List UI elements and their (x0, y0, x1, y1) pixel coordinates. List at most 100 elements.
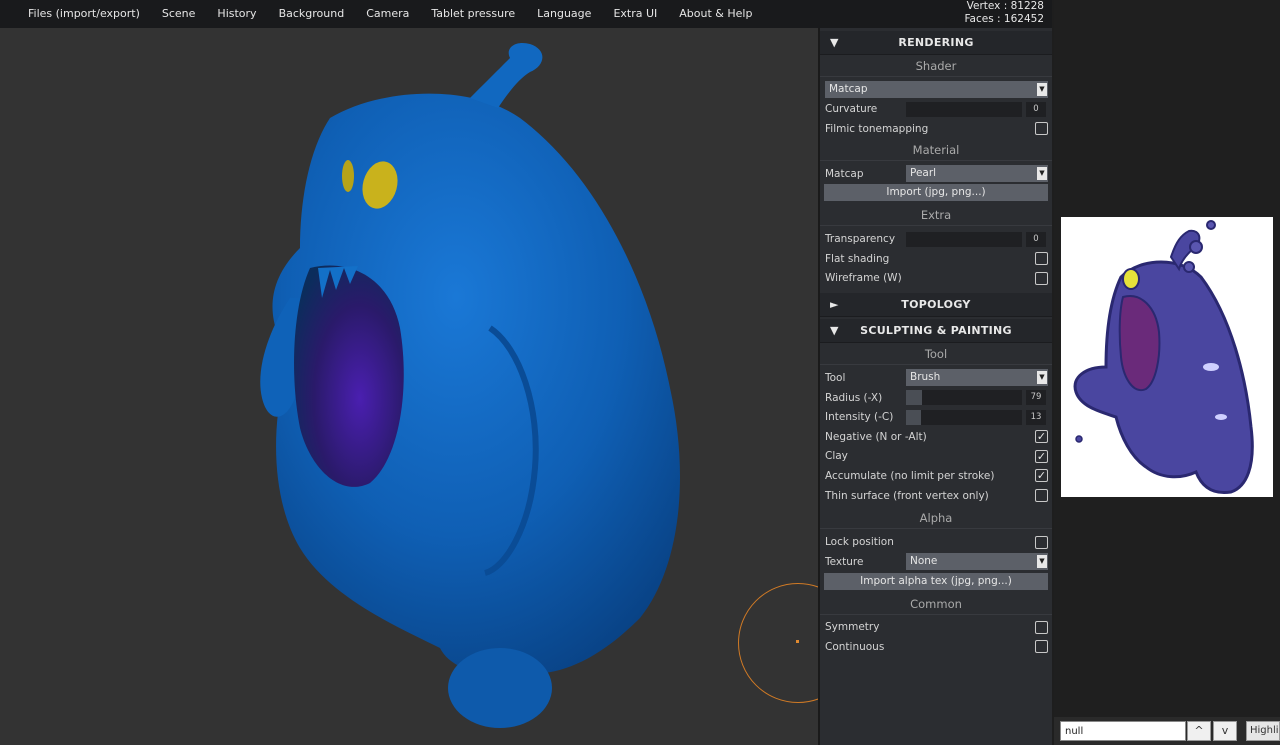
tool-row: Tool Brush ▼ (820, 368, 1052, 388)
highlight-button[interactable]: Highlig (1246, 721, 1280, 741)
extra-section-title: Extra (820, 204, 1052, 227)
lock-position-label: Lock position (825, 536, 894, 549)
fold-arrow-icon: ► (830, 298, 839, 312)
negative-row: Negative (N or -Alt) ✓ (820, 427, 1052, 447)
curvature-value[interactable]: 0 (1026, 101, 1046, 117)
intensity-row: Intensity (-C) 13 (820, 407, 1052, 427)
texture-row: Texture None ▼ (820, 552, 1052, 572)
caret-down-icon: ▼ (1037, 167, 1047, 181)
reference-creature-drawing (1073, 220, 1254, 495)
thin-surface-label: Thin surface (front vertex only) (825, 489, 989, 502)
tool-select-value: Brush (910, 371, 941, 384)
menu-tablet-pressure[interactable]: Tablet pressure (420, 0, 526, 28)
menu-camera[interactable]: Camera (355, 0, 420, 28)
matcap-select-value: Pearl (910, 167, 937, 180)
matcap-row: Matcap Pearl ▼ (820, 164, 1052, 184)
radius-label: Radius (-X) (825, 391, 883, 404)
find-input[interactable] (1060, 721, 1186, 741)
curvature-slider[interactable] (906, 101, 1022, 117)
continuous-label: Continuous (825, 640, 885, 653)
negative-label: Negative (N or -Alt) (825, 430, 927, 443)
topology-header[interactable]: ► TOPOLOGY (820, 293, 1052, 318)
filmic-row: Filmic tonemapping (820, 119, 1052, 139)
clay-label: Clay (825, 450, 848, 463)
menu-about-help[interactable]: About & Help (668, 0, 763, 28)
shader-section-title: Shader (820, 55, 1052, 77)
sculpting-title: SCULPTING & PAINTING (860, 324, 1012, 338)
continuous-row: Continuous (820, 637, 1052, 657)
sculpting-header[interactable]: ▼ SCULPTING & PAINTING (820, 319, 1052, 344)
texture-select-value: None (910, 555, 938, 568)
mesh-stats: Vertex : 81228 Faces : 162452 (964, 0, 1044, 26)
radius-slider[interactable] (906, 390, 1022, 406)
find-bar: ^ v Highlig (1054, 717, 1280, 745)
clay-row: Clay ✓ (820, 447, 1052, 467)
reference-image (1061, 217, 1273, 497)
symmetry-row: Symmetry (820, 618, 1052, 638)
vertex-count: Vertex : 81228 (966, 0, 1044, 12)
flat-shading-label: Flat shading (825, 252, 890, 265)
shader-select[interactable]: Matcap ▼ (825, 81, 1048, 99)
chevron-up-icon[interactable]: ^ (1187, 721, 1211, 741)
transparency-value[interactable]: 0 (1026, 231, 1046, 247)
clay-checkbox[interactable]: ✓ (1035, 449, 1048, 463)
import-alpha-button[interactable]: Import alpha tex (jpg, png...) (824, 572, 1048, 590)
wireframe-checkbox[interactable] (1035, 271, 1048, 285)
accumulate-checkbox[interactable]: ✓ (1035, 469, 1048, 483)
intensity-value[interactable]: 13 (1026, 409, 1046, 425)
tool-label: Tool (825, 371, 846, 384)
texture-select[interactable]: None ▼ (906, 553, 1048, 571)
menu-language[interactable]: Language (526, 0, 602, 28)
menu-extra-ui[interactable]: Extra UI (602, 0, 668, 28)
sculpt-model (260, 42, 680, 728)
thin-surface-row: Thin surface (front vertex only) (820, 486, 1052, 506)
chevron-down-icon[interactable]: v (1213, 721, 1237, 741)
material-section-title: Material (820, 139, 1052, 161)
accumulate-label: Accumulate (no limit per stroke) (825, 469, 995, 482)
continuous-checkbox[interactable] (1035, 640, 1048, 654)
menu-files[interactable]: Files (import/export) (17, 0, 151, 28)
rendering-title: RENDERING (898, 36, 974, 49)
viewport-3d[interactable] (0, 28, 818, 745)
lock-position-row: Lock position (820, 532, 1052, 552)
accumulate-row: Accumulate (no limit per stroke) ✓ (820, 466, 1052, 486)
import-matcap-button[interactable]: Import (jpg, png...) (824, 184, 1048, 202)
texture-label: Texture (825, 555, 864, 568)
radius-value[interactable]: 79 (1026, 390, 1046, 406)
matcap-select[interactable]: Pearl ▼ (906, 165, 1048, 183)
tool-select[interactable]: Brush ▼ (906, 369, 1048, 387)
common-section-title: Common (820, 593, 1052, 615)
transparency-label: Transparency (825, 233, 896, 246)
caret-down-icon: ▼ (1037, 83, 1047, 97)
faces-count: Faces : 162452 (964, 13, 1044, 25)
side-panel: ▼ RENDERING Shader Matcap ▼ Curvature 0 … (818, 28, 1052, 745)
transparency-row: Transparency 0 (820, 229, 1052, 249)
menu-scene[interactable]: Scene (151, 0, 207, 28)
browser-side-area: ^ v Highlig (1054, 0, 1280, 745)
flat-shading-checkbox[interactable] (1035, 252, 1048, 266)
radius-row: Radius (-X) 79 (820, 388, 1052, 408)
wireframe-label: Wireframe (W) (825, 272, 902, 285)
curvature-label: Curvature (825, 103, 878, 116)
thin-surface-checkbox[interactable] (1035, 489, 1048, 503)
shader-select-value: Matcap (829, 83, 868, 96)
negative-checkbox[interactable]: ✓ (1035, 430, 1048, 444)
symmetry-checkbox[interactable] (1035, 620, 1048, 634)
caret-down-icon: ▼ (1037, 371, 1047, 385)
filmic-label: Filmic tonemapping (825, 122, 929, 135)
caret-down-icon: ▼ (1037, 555, 1047, 569)
intensity-slider[interactable] (906, 409, 1022, 425)
intensity-label: Intensity (-C) (825, 411, 894, 424)
symmetry-label: Symmetry (825, 621, 880, 634)
shader-row: Matcap ▼ (820, 80, 1052, 100)
topology-title: TOPOLOGY (901, 298, 971, 312)
filmic-checkbox[interactable] (1035, 122, 1048, 136)
rendering-header[interactable]: ▼ RENDERING (820, 31, 1052, 55)
tool-section-title: Tool (820, 343, 1052, 366)
menu-background[interactable]: Background (268, 0, 356, 28)
lock-position-checkbox[interactable] (1035, 535, 1048, 549)
flat-shading-row: Flat shading (820, 249, 1052, 269)
menu-history[interactable]: History (206, 0, 267, 28)
transparency-slider[interactable] (906, 231, 1022, 247)
curvature-row: Curvature 0 (820, 100, 1052, 120)
